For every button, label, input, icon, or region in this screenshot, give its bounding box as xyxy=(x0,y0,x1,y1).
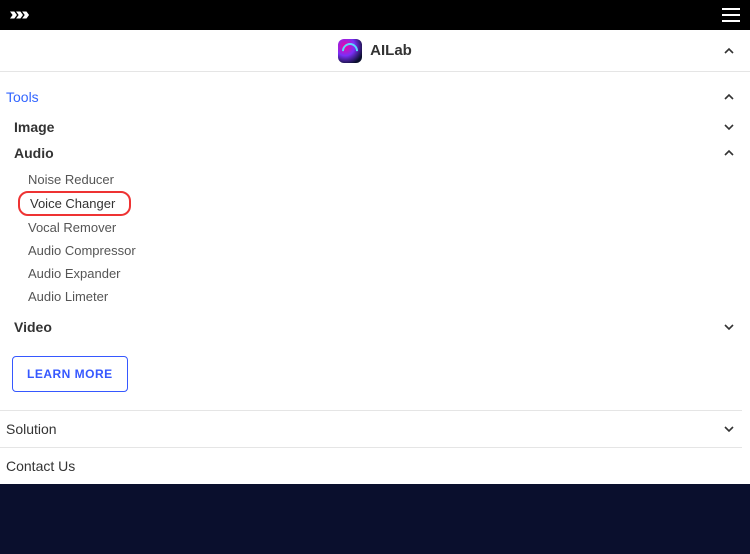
nav-contact[interactable]: Contact Us xyxy=(0,447,742,484)
footer xyxy=(0,484,750,554)
group-audio[interactable]: Audio xyxy=(0,140,742,166)
chevron-up-icon xyxy=(722,90,736,104)
chevron-down-icon xyxy=(722,120,736,134)
audio-items: Noise Reducer Voice Changer Vocal Remove… xyxy=(0,166,742,314)
audio-item-voice-changer[interactable]: Voice Changer xyxy=(18,191,131,216)
chevron-down-icon xyxy=(722,320,736,334)
group-image-label: Image xyxy=(14,119,54,135)
nav-contact-label: Contact Us xyxy=(6,458,75,474)
chevron-up-icon xyxy=(722,44,736,58)
nav-tools-label: Tools xyxy=(6,89,39,105)
chevron-up-icon xyxy=(722,146,736,160)
audio-item-noise-reducer[interactable]: Noise Reducer xyxy=(0,168,742,191)
group-image[interactable]: Image xyxy=(0,114,742,140)
menu-icon[interactable] xyxy=(722,8,740,22)
nav-content: Tools Image Audio Noise Reducer Voice Ch… xyxy=(0,72,750,484)
audio-item-vocal-remover[interactable]: Vocal Remover xyxy=(0,216,742,239)
audio-item-audio-expander[interactable]: Audio Expander xyxy=(0,262,742,285)
nav-solution-label: Solution xyxy=(6,421,57,437)
audio-item-audio-limeter[interactable]: Audio Limeter xyxy=(0,285,742,308)
audio-item-audio-compressor[interactable]: Audio Compressor xyxy=(0,239,742,262)
app-title: AILab xyxy=(370,42,412,59)
group-video[interactable]: Video xyxy=(0,314,742,340)
brand-logo-icon[interactable] xyxy=(10,8,36,22)
topbar xyxy=(0,0,750,30)
app-header[interactable]: AILab xyxy=(0,30,750,72)
chevron-down-icon xyxy=(722,422,736,436)
nav-solution[interactable]: Solution xyxy=(0,410,742,447)
nav-tools[interactable]: Tools xyxy=(0,80,742,114)
group-audio-label: Audio xyxy=(14,145,54,161)
learn-more-button[interactable]: LEARN MORE xyxy=(12,356,128,392)
group-video-label: Video xyxy=(14,319,52,335)
app-icon xyxy=(338,39,362,63)
